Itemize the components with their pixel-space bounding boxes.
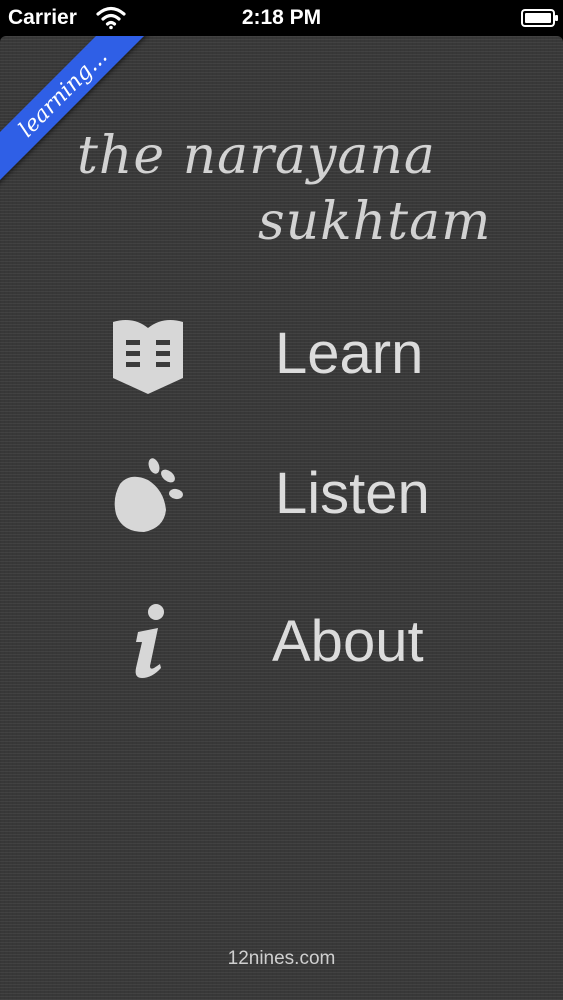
battery-icon bbox=[521, 9, 558, 27]
footprint-icon bbox=[114, 458, 183, 532]
status-bar: Carrier 2:18 PM bbox=[0, 0, 563, 36]
about-label: About bbox=[272, 609, 424, 674]
status-clock: 2:18 PM bbox=[241, 6, 322, 29]
info-icon bbox=[135, 604, 164, 678]
main-menu-screen: learning... the narayana sukhtam Learn L… bbox=[0, 36, 563, 1000]
learn-label: Learn bbox=[275, 321, 424, 386]
learn-menu-item[interactable]: Learn bbox=[90, 306, 490, 406]
about-menu-item[interactable]: About bbox=[90, 594, 490, 694]
app-title-line2: sukhtam bbox=[258, 192, 492, 252]
phone-screen: Carrier 2:18 PM learning... the narayana… bbox=[0, 0, 563, 1000]
app-title-line1: the narayana bbox=[77, 126, 436, 186]
footer-link[interactable]: 12nines.com bbox=[0, 948, 563, 970]
listen-menu-item[interactable]: Listen bbox=[90, 446, 490, 546]
listen-label: Listen bbox=[275, 461, 430, 526]
book-icon bbox=[113, 320, 183, 394]
